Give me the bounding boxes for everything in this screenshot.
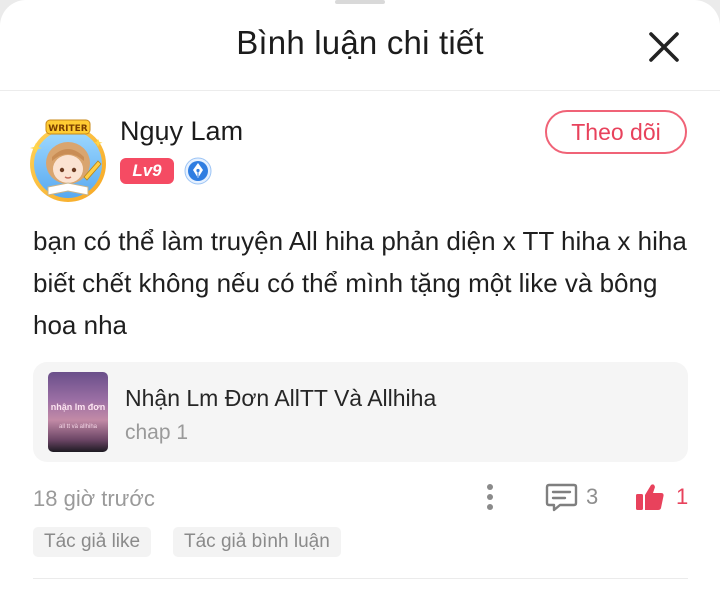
tag-author-comment: Tác giả bình luận [173, 527, 341, 557]
tag-author-like: Tác giả like [33, 527, 152, 557]
comment-timestamp: 18 giờ trước [33, 486, 155, 511]
story-card[interactable]: nhận lm đơn all tt và allhiha Nhận Lm Đơ… [33, 362, 688, 462]
more-vertical-icon [487, 484, 493, 510]
story-chapter: chap 1 [125, 421, 189, 444]
story-cover-image: nhận lm đơn all tt và allhiha [48, 372, 108, 452]
comment-text: bạn có thể làm truyện All hiha phản diện… [33, 226, 687, 340]
avatar-image: WRITER [30, 119, 106, 202]
comment-icon [545, 483, 578, 511]
avatar[interactable]: WRITER [24, 117, 112, 205]
close-button[interactable] [640, 24, 688, 70]
header: Bình luận chi tiết [0, 0, 720, 91]
more-options-button[interactable] [476, 480, 504, 514]
thumbs-up-icon [636, 484, 664, 510]
divider [33, 578, 688, 579]
story-cover-subtext: all tt và allhiha [58, 424, 98, 430]
reply-count: 3 [586, 484, 599, 509]
like-button[interactable]: 1 [634, 480, 688, 514]
comment-detail-sheet: Bình luận chi tiết WRITER Ngụy Lam Lv9 T… [0, 0, 720, 595]
story-cover-text: nhận lm đơn [50, 402, 106, 412]
reply-button[interactable]: 3 [545, 480, 598, 514]
close-icon [649, 32, 679, 62]
page-title: Bình luận chi tiết [236, 24, 484, 61]
follow-button[interactable]: Theo dõi [545, 110, 687, 154]
story-title: Nhận Lm Đơn AllTT Và Allhiha [125, 385, 437, 411]
pen-nib-badge-icon [184, 157, 212, 185]
writer-badge-text: WRITER [48, 124, 87, 134]
author-name[interactable]: Ngụy Lam [120, 116, 243, 147]
level-badge: Lv9 [120, 158, 174, 184]
like-count: 1 [676, 484, 689, 509]
